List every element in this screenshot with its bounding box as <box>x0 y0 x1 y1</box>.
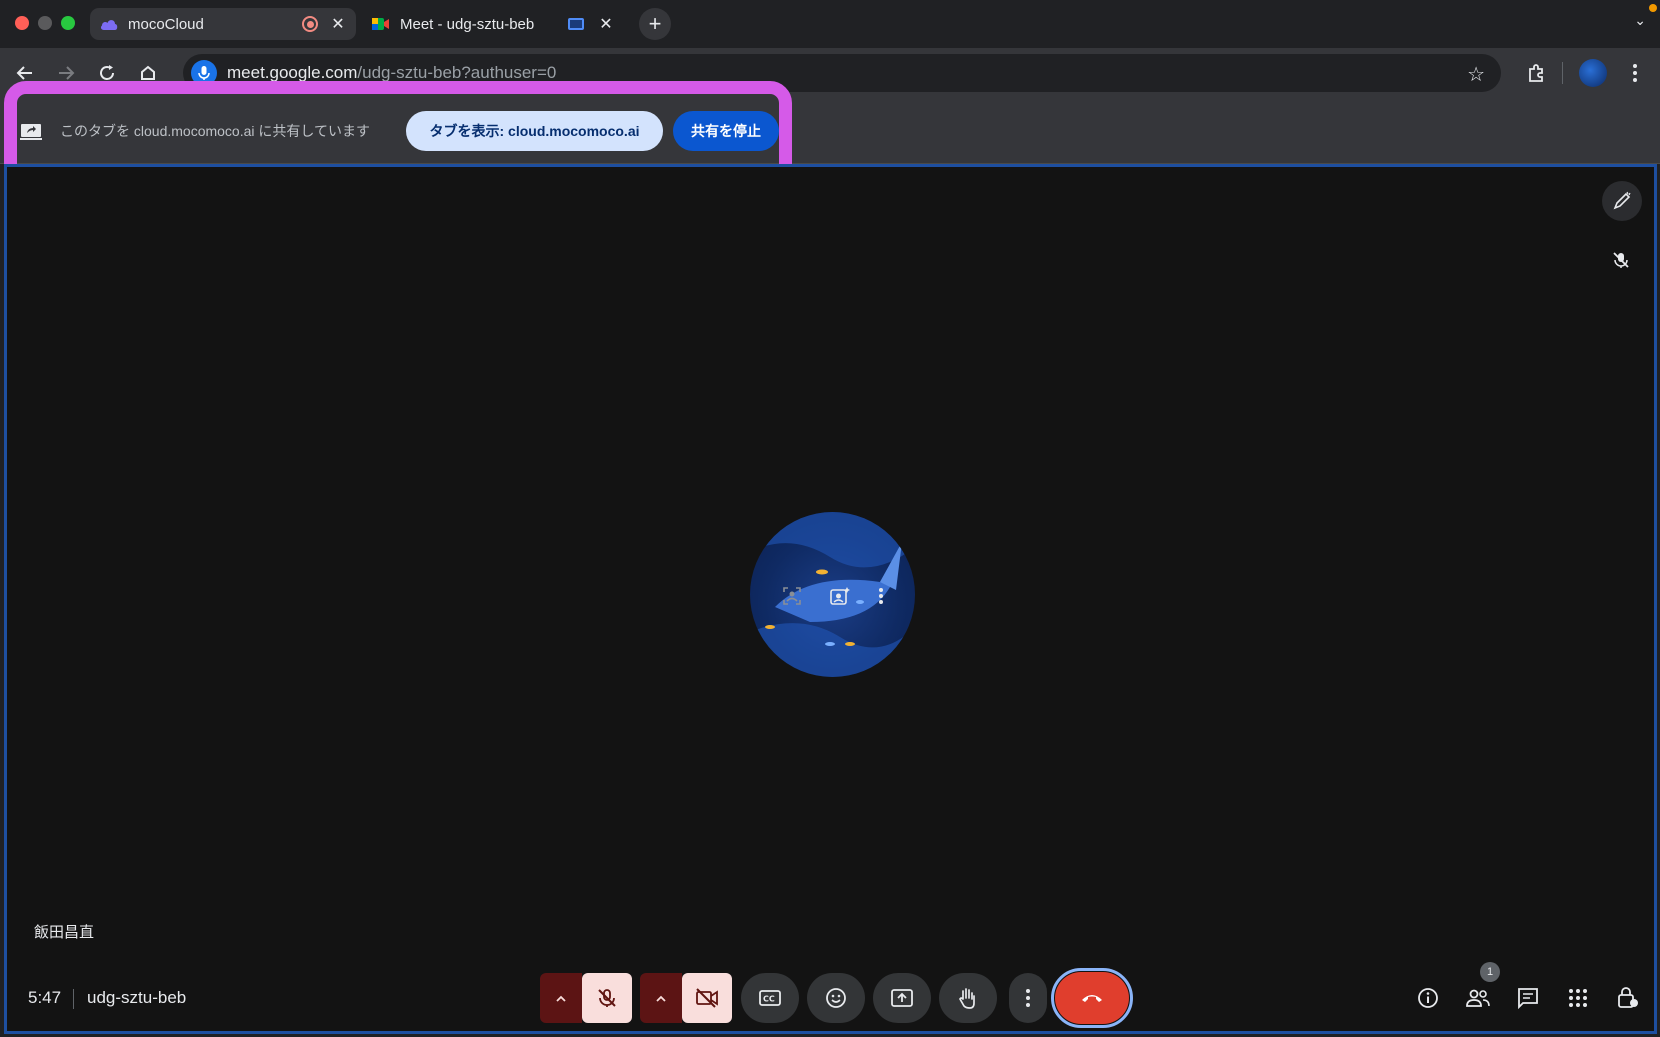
emoji-button[interactable] <box>807 973 865 1023</box>
visual-effects-icon[interactable] <box>829 586 851 606</box>
apps-icon[interactable] <box>1563 983 1593 1013</box>
footer-divider <box>73 989 74 1009</box>
close-icon[interactable]: ✕ <box>328 14 348 34</box>
mic-off-icon <box>1613 252 1629 268</box>
url-host: meet.google.com <box>227 63 358 82</box>
close-icon[interactable]: ✕ <box>596 14 616 34</box>
pen-icon[interactable] <box>1602 181 1642 221</box>
camera-control-group <box>640 973 732 1023</box>
mic-off-button[interactable] <box>582 973 632 1023</box>
camera-off-button[interactable] <box>682 973 732 1023</box>
tab-title: Meet - udg-sztu-beb <box>400 15 535 33</box>
zoom-window-button[interactable] <box>61 16 75 30</box>
url-text: meet.google.com/udg-sztu-beb?authuser=0 <box>227 63 556 83</box>
meet-stage: 飯田昌直 5:47 udg-sztu-beb CC 1 <box>4 164 1657 1034</box>
star-icon[interactable]: ☆ <box>1467 62 1485 87</box>
emoji-icon <box>826 988 846 1008</box>
camera-off-icon <box>696 988 718 1008</box>
meet-favicon <box>372 15 390 33</box>
present-button[interactable] <box>873 973 931 1023</box>
new-tab-icon[interactable]: + <box>639 8 671 40</box>
cast-icon <box>568 18 584 30</box>
notification-dot <box>1649 4 1657 12</box>
tile-controls <box>768 579 898 613</box>
close-window-button[interactable] <box>15 16 29 30</box>
captions-icon: CC <box>759 990 781 1006</box>
mococloud-favicon <box>100 15 118 33</box>
info-icon[interactable] <box>1413 983 1443 1013</box>
chevron-up-icon <box>656 995 666 1002</box>
profile-avatar[interactable] <box>1579 59 1607 87</box>
people-icon[interactable] <box>1463 983 1493 1013</box>
video-options-button[interactable] <box>640 973 682 1023</box>
participant-count-badge: 1 <box>1480 962 1500 982</box>
raise-hand-button[interactable] <box>939 973 997 1023</box>
audio-options-button[interactable] <box>540 973 582 1023</box>
recording-icon <box>302 16 318 32</box>
toolbar-divider <box>1562 62 1563 84</box>
participant-name: 飯田昌直 <box>34 924 95 941</box>
tab-bar: mocoCloud ✕ Meet - udg-sztu-beb ✕ + ⌄ <box>0 0 1660 48</box>
tab-mococloud[interactable]: mocoCloud ✕ <box>90 8 356 40</box>
url-path: /udg-sztu-beb?authuser=0 <box>357 63 557 82</box>
host-controls-icon[interactable] <box>1613 983 1643 1013</box>
tab-title: mocoCloud <box>128 15 204 33</box>
chevron-down-icon[interactable]: ⌄ <box>1634 12 1646 29</box>
tab-meet[interactable]: Meet - udg-sztu-beb ✕ <box>362 8 624 40</box>
captions-button[interactable]: CC <box>741 973 799 1023</box>
meeting-code: udg-sztu-beb <box>87 988 187 1007</box>
chevron-up-icon <box>556 995 566 1002</box>
svg-text:CC: CC <box>763 995 775 1004</box>
present-icon <box>891 989 913 1007</box>
raise-hand-icon <box>959 988 975 1009</box>
leave-call-button[interactable] <box>1051 968 1133 1028</box>
more-options-icon[interactable] <box>878 587 884 605</box>
end-call-icon <box>1055 972 1129 1024</box>
meeting-clock: 5:47 <box>28 988 62 1007</box>
menu-icon[interactable] <box>1625 58 1645 88</box>
extensions-icon[interactable] <box>1521 58 1551 88</box>
chat-icon[interactable] <box>1513 983 1543 1013</box>
minimize-window-button[interactable] <box>38 16 52 30</box>
mic-control-group <box>540 973 632 1023</box>
frame-person-icon[interactable] <box>782 586 802 606</box>
mic-off-icon <box>598 989 616 1007</box>
more-icon[interactable] <box>1009 973 1047 1023</box>
